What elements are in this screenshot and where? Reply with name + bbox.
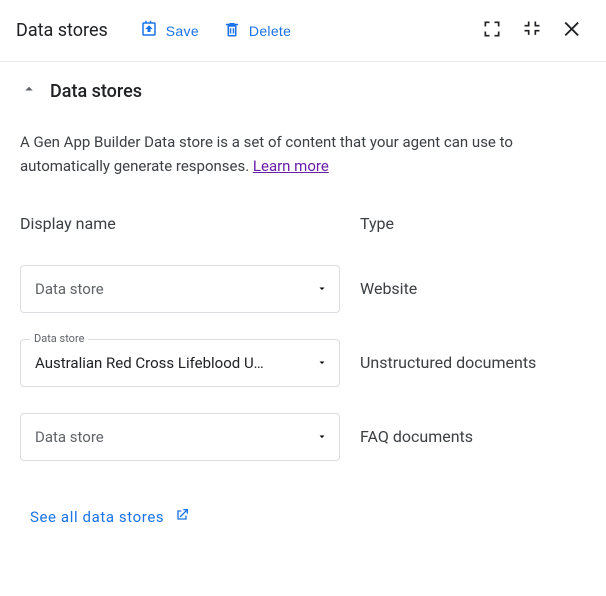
data-store-placeholder: Data store <box>35 280 104 298</box>
fullscreen-button[interactable] <box>476 13 508 48</box>
column-display-name: Display name <box>20 214 116 233</box>
fullscreen-icon <box>482 19 502 42</box>
data-store-row: Data store Australian Red Cross Lifebloo… <box>20 339 586 387</box>
columns-header: Display name Type <box>20 214 586 233</box>
data-store-select[interactable]: Data store <box>20 413 340 461</box>
data-store-row: Data store Website <box>20 265 586 313</box>
data-store-row: Data store FAQ documents <box>20 413 586 461</box>
section-toggle[interactable]: Data stores <box>20 80 586 102</box>
learn-more-link[interactable]: Learn more <box>253 157 329 175</box>
column-type: Type <box>360 214 394 233</box>
data-store-value: Australian Red Cross Lifeblood U… <box>35 354 264 372</box>
section-description: A Gen App Builder Data store is a set of… <box>20 130 586 178</box>
data-store-placeholder: Data store <box>35 428 104 446</box>
data-store-type: FAQ documents <box>340 426 473 448</box>
external-link-icon <box>174 507 190 527</box>
close-icon <box>562 18 584 43</box>
floating-label: Data store <box>30 332 88 345</box>
section-body: Data stores A Gen App Builder Data store… <box>0 62 606 545</box>
save-icon <box>140 20 158 41</box>
exit-fullscreen-icon <box>522 19 542 42</box>
exit-fullscreen-button[interactable] <box>516 13 548 48</box>
close-button[interactable] <box>556 12 590 49</box>
delete-button-label: Delete <box>249 23 291 39</box>
chevron-up-icon <box>20 80 38 102</box>
save-button[interactable]: Save <box>132 14 207 47</box>
data-store-select[interactable]: Data store <box>20 265 340 313</box>
header-toolbar: Data stores Save Delete <box>0 0 606 62</box>
trash-icon <box>223 20 241 41</box>
see-all-link[interactable]: See all data stores <box>30 507 190 527</box>
page-title: Data stores <box>16 20 108 41</box>
see-all-label: See all data stores <box>30 508 164 526</box>
section-title: Data stores <box>50 81 142 102</box>
save-button-label: Save <box>166 23 199 39</box>
dropdown-icon <box>316 354 328 373</box>
data-store-select[interactable]: Australian Red Cross Lifeblood U… <box>20 339 340 387</box>
data-store-type: Unstructured documents <box>340 352 536 374</box>
delete-button[interactable]: Delete <box>215 14 299 47</box>
dropdown-icon <box>316 428 328 447</box>
data-store-type: Website <box>340 278 417 300</box>
dropdown-icon <box>316 280 328 299</box>
